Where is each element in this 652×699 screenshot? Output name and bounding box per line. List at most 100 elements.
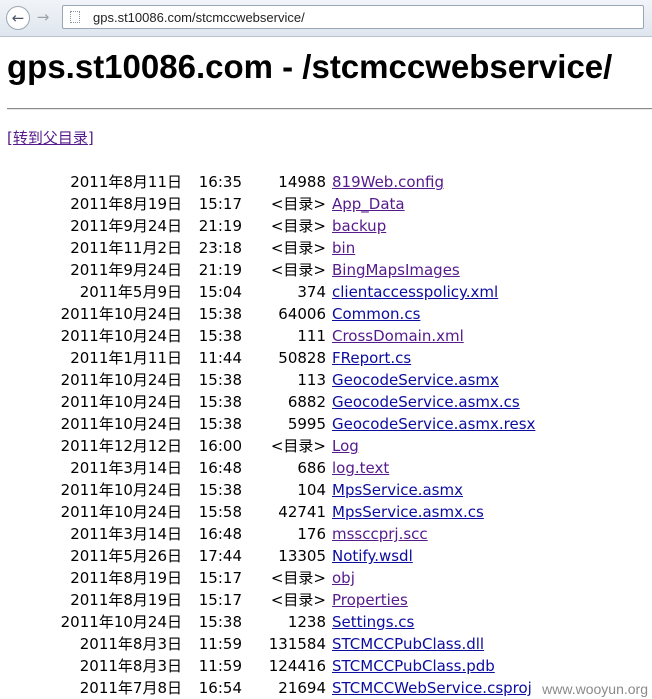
modified-date: 2011年9月24日: [70, 217, 182, 235]
file-link[interactable]: GeocodeService.asmx.resx: [332, 413, 535, 435]
modified-date: 2011年12月12日: [60, 437, 182, 455]
listing-row: 2011年10月24日 15:38 1238 Settings.cs: [0, 611, 652, 633]
listing-row: 2011年3月14日 16:48 176 mssccprj.scc: [0, 523, 652, 545]
listing-row: 2011年9月24日 21:19 <目录> BingMapsImages: [0, 259, 652, 281]
file-link[interactable]: Settings.cs: [332, 611, 414, 633]
listing-row: 2011年12月12日 16:00 <目录> Log: [0, 435, 652, 457]
file-size: <目录>: [270, 195, 326, 213]
url-text[interactable]: gps.st10086.com/stcmccwebservice/: [93, 10, 305, 25]
modified-date: 2011年8月19日: [70, 591, 182, 609]
file-link[interactable]: clientaccesspolicy.xml: [332, 281, 498, 303]
modified-date: 2011年8月11日: [70, 173, 182, 191]
modified-date: 2011年10月24日: [60, 481, 182, 499]
file-link[interactable]: FReport.cs: [332, 347, 411, 369]
address-bar[interactable]: gps.st10086.com/stcmccwebservice/: [62, 5, 644, 29]
modified-date: 2011年8月3日: [79, 657, 182, 675]
modified-time: 15:17: [198, 569, 242, 587]
file-size: <目录>: [270, 569, 326, 587]
modified-date: 2011年10月24日: [60, 327, 182, 345]
modified-date: 2011年5月9日: [79, 283, 182, 301]
file-link[interactable]: MpsService.asmx.cs: [332, 501, 484, 523]
file-link[interactable]: STCMCCPubClass.dll: [332, 633, 484, 655]
file-link[interactable]: Log: [332, 435, 359, 457]
file-link[interactable]: GeocodeService.asmx: [332, 369, 499, 391]
modified-time: 15:04: [198, 283, 242, 301]
file-size: 124416: [268, 657, 326, 675]
modified-date: 2011年5月26日: [70, 547, 182, 565]
file-size: <目录>: [270, 437, 326, 455]
modified-time: 16:54: [198, 679, 242, 697]
modified-time: 16:00: [198, 437, 242, 455]
modified-time: 11:59: [198, 657, 242, 675]
listing-row: 2011年8月3日 11:59 124416 STCMCCPubClass.pdb: [0, 655, 652, 677]
file-link[interactable]: Common.cs: [332, 303, 420, 325]
file-size: 50828: [278, 349, 326, 367]
file-link[interactable]: App_Data: [332, 193, 405, 215]
modified-time: 15:38: [198, 393, 242, 411]
modified-date: 2011年1月11日: [70, 349, 182, 367]
browser-toolbar: ← → gps.st10086.com/stcmccwebservice/: [0, 0, 652, 37]
file-link[interactable]: STCMCCWebService.csproj: [332, 677, 532, 699]
horizontal-rule: [7, 108, 652, 110]
modified-date: 2011年8月19日: [70, 569, 182, 587]
file-link[interactable]: obj: [332, 567, 355, 589]
parent-directory-link[interactable]: [转到父目录]: [7, 128, 94, 148]
file-size: 104: [297, 481, 326, 499]
modified-date: 2011年3月14日: [70, 459, 182, 477]
modified-time: 15:17: [198, 195, 242, 213]
listing-row: 2011年10月24日 15:38 64006 Common.cs: [0, 303, 652, 325]
file-size: <目录>: [270, 591, 326, 609]
file-link[interactable]: STCMCCPubClass.pdb: [332, 655, 495, 677]
listing-row: 2011年8月11日 16:35 14988 819Web.config: [0, 171, 652, 193]
listing-row: 2011年10月24日 15:38 113 GeocodeService.asmx: [0, 369, 652, 391]
file-size: <目录>: [270, 239, 326, 257]
file-link[interactable]: mssccprj.scc: [332, 523, 428, 545]
file-link[interactable]: GeocodeService.asmx.cs: [332, 391, 520, 413]
file-link[interactable]: CrossDomain.xml: [332, 325, 464, 347]
modified-date: 2011年10月24日: [60, 371, 182, 389]
forward-button[interactable]: →: [32, 6, 54, 28]
listing-row: 2011年10月24日 15:38 111 CrossDomain.xml: [0, 325, 652, 347]
page-icon: [70, 11, 80, 23]
modified-time: 15:17: [198, 591, 242, 609]
listing-row: 2011年10月24日 15:38 6882 GeocodeService.asmx.…: [0, 391, 652, 413]
file-link[interactable]: 819Web.config: [332, 171, 444, 193]
file-link[interactable]: BingMapsImages: [332, 259, 460, 281]
modified-date: 2011年3月14日: [70, 525, 182, 543]
arrow-right-icon: →: [36, 8, 50, 26]
modified-time: 16:48: [198, 525, 242, 543]
listing-row: 2011年1月11日 11:44 50828 FReport.cs: [0, 347, 652, 369]
file-link[interactable]: Properties: [332, 589, 408, 611]
file-size: 686: [297, 459, 326, 477]
modified-time: 11:59: [198, 635, 242, 653]
back-button[interactable]: ←: [6, 6, 30, 30]
file-link[interactable]: Notify.wsdl: [332, 545, 413, 567]
file-link[interactable]: MpsService.asmx: [332, 479, 463, 501]
file-size: 42741: [278, 503, 326, 521]
file-size: 111: [297, 327, 326, 345]
modified-date: 2011年9月24日: [70, 261, 182, 279]
modified-date: 2011年10月24日: [60, 305, 182, 323]
file-size: 113: [297, 371, 326, 389]
modified-date: 2011年10月24日: [60, 613, 182, 631]
listing-row: 2011年8月19日 15:17 <目录> Properties: [0, 589, 652, 611]
file-link[interactable]: log.text: [332, 457, 389, 479]
file-size: 64006: [278, 305, 326, 323]
file-link[interactable]: bin: [332, 237, 355, 259]
file-link[interactable]: backup: [332, 215, 386, 237]
listing-row: 2011年8月19日 15:17 <目录> App_Data: [0, 193, 652, 215]
page-title: gps.st10086.com - /stcmccwebservice/: [7, 48, 613, 85]
modified-time: 16:48: [198, 459, 242, 477]
modified-time: 15:38: [198, 305, 242, 323]
modified-time: 15:38: [198, 327, 242, 345]
modified-date: 2011年10月24日: [60, 415, 182, 433]
modified-time: 17:44: [198, 547, 242, 565]
file-size: 21694: [278, 679, 326, 697]
modified-date: 2011年8月19日: [70, 195, 182, 213]
modified-time: 15:38: [198, 613, 242, 631]
file-size: <目录>: [270, 217, 326, 235]
modified-date: 2011年10月24日: [60, 393, 182, 411]
modified-time: 15:38: [198, 481, 242, 499]
file-size: 6882: [287, 393, 326, 411]
modified-time: 11:44: [198, 349, 242, 367]
